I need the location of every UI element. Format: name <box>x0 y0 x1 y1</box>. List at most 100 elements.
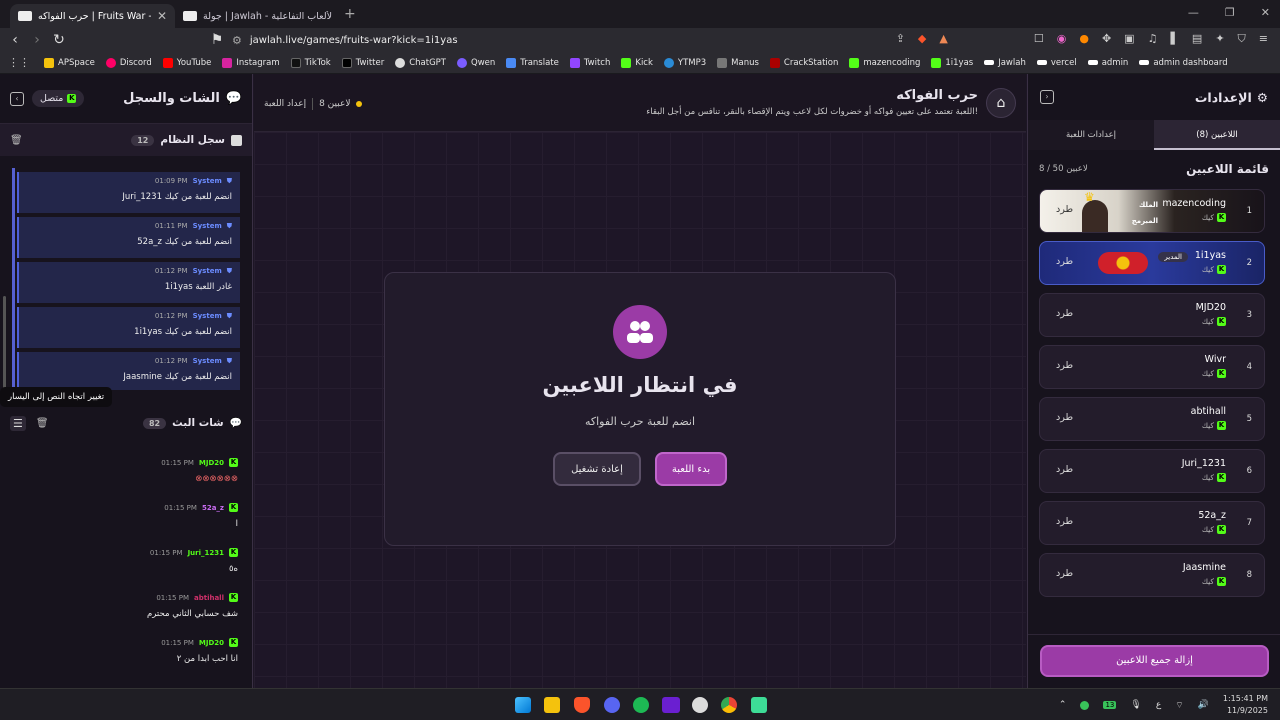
brave-shield-icon[interactable]: ◆ <box>918 32 926 46</box>
bookmark-item[interactable]: Jawlah <box>984 58 1026 68</box>
system-log-list: 01:09 PM System ⛊ Juri_1231 انضم للعبة من … <box>12 168 252 390</box>
tab-players[interactable]: اللاعبين (8) <box>1154 119 1280 150</box>
media-icon[interactable]: ♫ <box>1148 32 1158 46</box>
address-bar[interactable]: ⚙ jawlah.live/games/fruits-war?kick=1i1y… <box>232 31 458 49</box>
chat-username[interactable]: MJD20 <box>199 459 224 467</box>
chrome-icon[interactable] <box>721 697 737 713</box>
bookmark-item[interactable]: Discord <box>105 57 152 68</box>
kick-player-button[interactable]: طرد <box>1056 464 1073 475</box>
kick-player-button[interactable]: طرد <box>1056 568 1073 579</box>
bookmark-item[interactable]: Translate <box>506 57 559 68</box>
scrollbar[interactable] <box>3 296 6 392</box>
game-title: حرب الفواكه <box>896 88 978 103</box>
setup-label[interactable]: إعداد اللعبة <box>264 99 306 109</box>
rewards-icon[interactable]: ▲ <box>939 32 947 46</box>
kick-player-button[interactable]: طرد <box>1056 516 1073 527</box>
site-settings-icon[interactable]: ⚙ <box>232 34 242 47</box>
shield-icon: ⛊ <box>226 222 232 230</box>
text-direction-icon[interactable]: ☰ <box>10 415 26 431</box>
volume-icon[interactable]: 🔊 <box>1198 700 1209 710</box>
vpn-icon[interactable]: ⛉ <box>1238 32 1246 46</box>
tray-green-icon[interactable] <box>1080 700 1090 710</box>
bookmark-icon[interactable]: ⚑ <box>206 32 228 48</box>
extension-icon[interactable]: ☐ <box>1034 32 1044 46</box>
window-controls: — ❐ ✕ <box>1188 6 1270 19</box>
wallet-icon[interactable]: ▤ <box>1192 32 1202 46</box>
bookmark-item[interactable]: CrackStation <box>769 57 838 68</box>
chat-username[interactable]: 52a_z <box>202 504 224 512</box>
trash-icon[interactable]: 🗑 <box>10 135 23 146</box>
collapse-panel-icon[interactable]: › <box>1040 90 1054 104</box>
apps-icon[interactable]: ⋮⋮ <box>8 56 30 69</box>
discord-icon[interactable] <box>604 697 620 713</box>
extension-icon[interactable]: ● <box>1079 32 1089 46</box>
bookmark-item[interactable]: vercel <box>1036 58 1077 68</box>
bookmark-item[interactable]: admin <box>1087 58 1128 68</box>
bookmark-item[interactable]: TikTok <box>290 57 331 68</box>
back-icon[interactable]: ‹ <box>4 32 26 48</box>
bookmark-item[interactable]: APSpace <box>44 57 95 68</box>
home-button[interactable]: ⌂ <box>986 88 1016 118</box>
bookmark-item[interactable]: Instagram <box>222 57 280 68</box>
bookmark-item[interactable]: mazencoding <box>849 57 920 68</box>
leo-icon[interactable]: ✦ <box>1215 32 1224 46</box>
steam-icon[interactable] <box>692 697 708 713</box>
menu-icon[interactable]: ≡ <box>1259 32 1268 46</box>
restart-button[interactable]: إعادة تشغيل <box>553 452 641 486</box>
bookmark-item[interactable]: Kick <box>621 57 653 68</box>
extension-icon[interactable]: ▣ <box>1124 32 1134 46</box>
kick-player-button[interactable]: طرد <box>1056 308 1073 319</box>
extensions-area: ⇪ ◆ ▲ ☐ ◉ ● ✥ ▣ ♫ ▌ ▤ ✦ ⛉ ≡ <box>896 32 1268 46</box>
collapse-panel-icon[interactable]: ‹ <box>10 91 24 106</box>
chat-username[interactable]: MJD20 <box>199 639 224 647</box>
kick-icon: K <box>229 593 238 602</box>
close-window-icon[interactable]: ✕ <box>1261 6 1270 19</box>
kick-player-button[interactable]: طرد <box>1056 412 1073 423</box>
nzxt-icon[interactable] <box>662 697 680 713</box>
restore-icon[interactable]: ❐ <box>1225 6 1235 19</box>
microphone-icon[interactable]: 🎙 <box>1130 700 1141 710</box>
bookmark-item[interactable]: ChatGPT <box>395 57 446 68</box>
system-log-count: 12 <box>131 134 155 146</box>
tray-overflow-icon[interactable]: ⌃ <box>1059 700 1067 710</box>
remove-all-players-button[interactable]: إزالة جميع اللاعبين <box>1040 645 1269 677</box>
trash-icon[interactable]: 🗑 <box>36 418 49 429</box>
forward-icon[interactable]: › <box>26 32 48 48</box>
bookmark-item[interactable]: 1i1yas <box>931 57 973 68</box>
spotify-icon[interactable] <box>633 697 649 713</box>
browser-tab[interactable]: جولة | Jawlah - منصة الألعاب التفاعلية <box>175 4 340 28</box>
kick-player-button[interactable]: طرد <box>1056 256 1073 267</box>
bookmark-item[interactable]: admin dashboard <box>1139 58 1228 68</box>
bookmark-item[interactable]: Twitter <box>341 57 384 68</box>
kick-player-button[interactable]: طرد <box>1056 360 1073 371</box>
bookmark-item[interactable]: Qwen <box>457 57 495 68</box>
language-indicator[interactable]: ع <box>1156 700 1161 710</box>
start-game-button[interactable]: بدء اللعبة <box>655 452 727 486</box>
bookmark-item[interactable]: Twitch <box>569 57 610 68</box>
bookmark-item[interactable]: YTMP3 <box>663 57 706 68</box>
kick-player-button[interactable]: طرد <box>1056 204 1073 215</box>
tray-battery-icon[interactable]: 13 <box>1103 701 1117 709</box>
minimize-icon[interactable]: — <box>1188 6 1199 19</box>
sidebar-icon[interactable]: ▌ <box>1170 32 1178 46</box>
wifi-icon[interactable]: ⌔ <box>1175 700 1183 711</box>
new-tab-icon[interactable]: + <box>344 6 356 22</box>
brave-browser-icon[interactable] <box>574 697 590 713</box>
clock[interactable]: 1:15:41 PM 11/9/2025 <box>1223 693 1268 717</box>
close-icon[interactable]: ✕ <box>157 9 167 23</box>
bookmark-item[interactable]: YouTube <box>162 57 211 68</box>
chat-username[interactable]: Juri_1231 <box>188 549 224 557</box>
chat-app-icon[interactable] <box>751 697 767 713</box>
chat-username[interactable]: abtihall <box>194 594 224 602</box>
reload-icon[interactable]: ↻ <box>48 32 70 48</box>
kick-icon: K <box>1217 213 1226 222</box>
bookmark-item[interactable]: Manus <box>717 57 759 68</box>
extension-icon[interactable]: ◉ <box>1057 32 1067 46</box>
puzzle-icon[interactable]: ✥ <box>1102 32 1111 46</box>
tab-game-settings[interactable]: إعدادات اللعبة <box>1028 119 1154 150</box>
windows-start-icon[interactable] <box>515 697 531 713</box>
browser-tab-active[interactable]: حرب الفواكه | Fruits War - جولة ✕ <box>10 4 175 28</box>
share-icon[interactable]: ⇪ <box>896 32 905 46</box>
game-area: في انتظار اللاعبين انضم للعبة حرب الفواك… <box>254 132 1026 688</box>
file-explorer-icon[interactable] <box>544 697 560 713</box>
